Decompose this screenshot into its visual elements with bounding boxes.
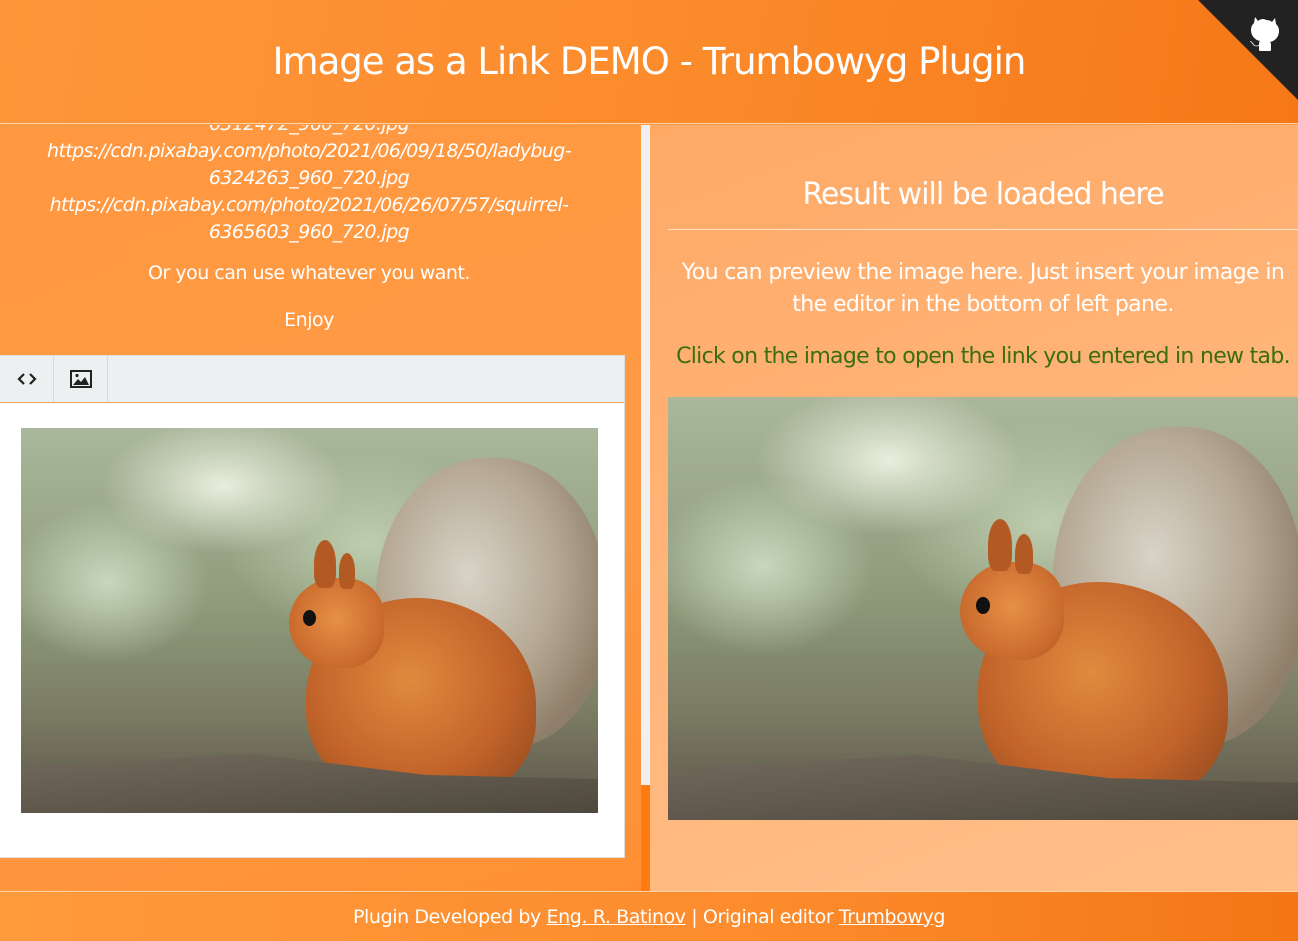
preview-text: You can preview the image here. Just ins… (681, 260, 1285, 317)
page-footer: Plugin Developed by Eng. R. Batinov | Or… (0, 891, 1298, 941)
squirrel-image[interactable] (21, 428, 598, 813)
footer-separator: | Original editor (685, 905, 839, 928)
result-title: Result will be loaded here (802, 177, 1164, 212)
image-icon (69, 370, 92, 388)
result-image-link[interactable] (668, 397, 1298, 820)
insert-image-button[interactable] (54, 356, 108, 402)
code-icon (16, 373, 37, 385)
enjoy-text: Enjoy (284, 309, 334, 331)
trumbowyg-link[interactable]: Trumbowyg (839, 906, 946, 928)
wysiwyg-editor[interactable] (0, 355, 625, 858)
page-title: Image as a Link DEMO - Trumbowyg Plugin (272, 40, 1027, 83)
left-pane[interactable]: 6312472_960_720.jpg https://cdn.pixabay.… (0, 125, 641, 891)
author-link[interactable]: Eng. R. Batinov (547, 906, 687, 928)
left-pane-scrollbar[interactable] (641, 125, 650, 891)
view-html-button[interactable] (0, 356, 54, 402)
url-line: https://cdn.pixabay.com/photo/2021/06/26… (49, 194, 569, 216)
result-divider (668, 229, 1298, 230)
right-pane: Result will be loaded here You can previ… (650, 125, 1298, 891)
page-header: Image as a Link DEMO - Trumbowyg Plugin (0, 0, 1298, 124)
note-text: Or you can use whatever you want. (148, 262, 470, 284)
click-instruction: Click on the image to open the link you … (676, 344, 1290, 369)
url-line: 6312472_960_720.jpg (0, 125, 618, 138)
scrollbar-thumb[interactable] (641, 785, 650, 891)
result-squirrel-image[interactable] (668, 397, 1298, 820)
editor-toolbar (0, 356, 624, 403)
footer-prefix: Plugin Developed by (352, 905, 541, 928)
url-line: 6365603_960_720.jpg (208, 221, 410, 243)
url-list: 6312472_960_720.jpg https://cdn.pixabay.… (0, 125, 618, 246)
github-icon (1250, 17, 1279, 51)
url-line: 6324263_960_720.jpg (208, 167, 410, 189)
github-corner-link[interactable] (1198, 0, 1298, 100)
editor-content[interactable] (21, 428, 598, 813)
url-line: https://cdn.pixabay.com/photo/2021/06/09… (47, 140, 572, 162)
